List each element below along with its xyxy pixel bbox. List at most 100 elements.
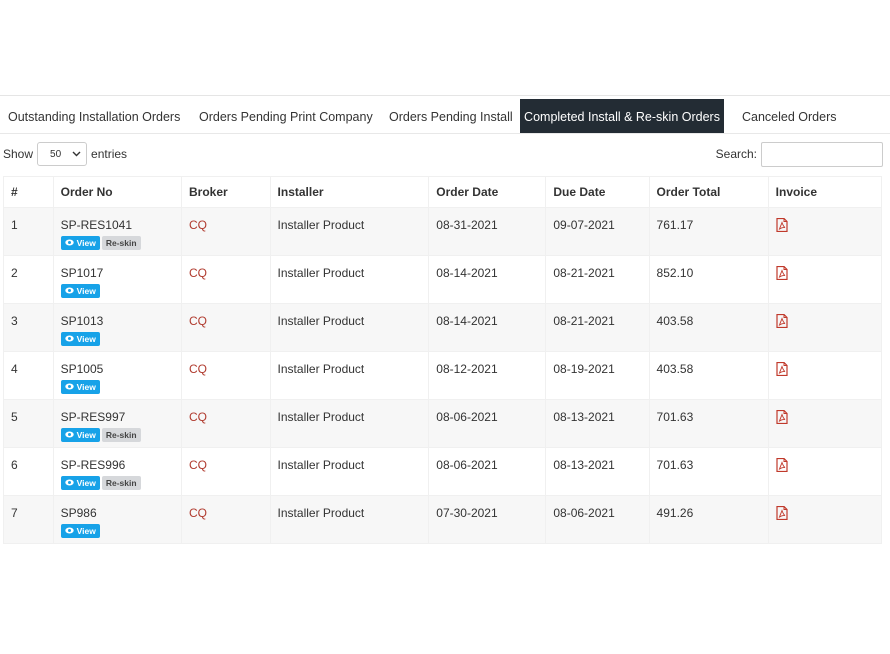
- cell-num: 3: [3, 303, 54, 352]
- eye-icon: [64, 430, 74, 440]
- cell-invoice: [767, 255, 883, 304]
- table-row: 4 SP1005 View CQ Installer Product 08-12-2021…: [3, 351, 883, 400]
- header-invoice[interactable]: Invoice: [767, 176, 883, 208]
- broker-link[interactable]: CQ: [189, 506, 207, 520]
- view-button[interactable]: View: [60, 380, 100, 394]
- cell-num: 2: [3, 255, 54, 304]
- tab-canceled-orders[interactable]: Canceled Orders: [742, 99, 837, 133]
- cell-broker: CQ: [181, 303, 271, 352]
- view-button[interactable]: View: [60, 428, 100, 442]
- cell-order-total: 852.10: [648, 255, 769, 304]
- tab-orders-pending-print-company[interactable]: Orders Pending Print Company: [199, 99, 373, 133]
- broker-link[interactable]: CQ: [189, 266, 207, 280]
- cell-order-total: 403.58: [648, 303, 769, 352]
- cell-installer: Installer Product: [269, 447, 430, 496]
- tab-outstanding-installation-orders[interactable]: Outstanding Installation Orders: [8, 99, 180, 133]
- view-label: View: [76, 382, 96, 392]
- cell-installer: Installer Product: [269, 399, 430, 448]
- cell-order-total: 761.17: [648, 207, 769, 256]
- entries-length-control: Show 50 entries: [3, 141, 127, 167]
- cell-invoice: [767, 351, 883, 400]
- broker-link[interactable]: CQ: [189, 218, 207, 232]
- order-badges: View Re-skin: [60, 476, 174, 490]
- table-header-row: # Order No Broker Installer Order Date D…: [3, 176, 883, 208]
- cell-broker: CQ: [181, 255, 271, 304]
- order-badges: View: [60, 524, 174, 538]
- cell-invoice: [767, 207, 883, 256]
- cell-order-date: 08-14-2021: [428, 255, 547, 304]
- cell-order-total: 491.26: [648, 495, 769, 544]
- eye-icon: [64, 286, 74, 296]
- view-button[interactable]: View: [60, 476, 100, 490]
- order-number: SP1005: [60, 362, 104, 376]
- cell-due-date: 08-19-2021: [545, 351, 650, 400]
- eye-icon: [64, 382, 74, 392]
- cell-num: 4: [3, 351, 54, 400]
- pdf-file-icon[interactable]: [776, 313, 788, 329]
- broker-link[interactable]: CQ: [189, 314, 207, 328]
- cell-order-no: SP1017 View: [52, 255, 183, 304]
- view-button[interactable]: View: [60, 524, 100, 538]
- cell-due-date: 09-07-2021: [545, 207, 650, 256]
- reskin-badge: Re-skin: [101, 236, 141, 250]
- cell-due-date: 08-06-2021: [545, 495, 650, 544]
- pdf-file-icon[interactable]: [776, 409, 788, 425]
- cell-order-date: 08-12-2021: [428, 351, 547, 400]
- cell-order-no: SP1005 View: [52, 351, 183, 400]
- table-row: 5 SP-RES997 View Re-skin CQ Installer Product…: [3, 399, 883, 448]
- cell-invoice: [767, 447, 883, 496]
- pdf-file-icon[interactable]: [776, 505, 788, 521]
- eye-icon: [64, 526, 74, 536]
- broker-link[interactable]: CQ: [189, 458, 207, 472]
- entries-select[interactable]: 50: [37, 142, 88, 166]
- pdf-file-icon[interactable]: [776, 217, 788, 233]
- header-num[interactable]: #: [3, 176, 54, 208]
- pdf-file-icon[interactable]: [776, 265, 788, 281]
- show-label: Show: [3, 147, 34, 161]
- cell-broker: CQ: [181, 399, 271, 448]
- view-label: View: [76, 286, 96, 296]
- table-controls: Show 50 entries Search:: [0, 141, 890, 169]
- cell-due-date: 08-13-2021: [545, 447, 650, 496]
- cell-broker: CQ: [181, 447, 271, 496]
- cell-order-date: 08-31-2021: [428, 207, 547, 256]
- header-order-no[interactable]: Order No: [52, 176, 183, 208]
- header-order-total[interactable]: Order Total: [648, 176, 769, 208]
- cell-num: 1: [3, 207, 54, 256]
- cell-order-no: SP-RES996 View Re-skin: [52, 447, 183, 496]
- cell-installer: Installer Product: [269, 495, 430, 544]
- view-button[interactable]: View: [60, 284, 100, 298]
- cell-num: 5: [3, 399, 54, 448]
- search-input[interactable]: [761, 141, 883, 167]
- header-order-date[interactable]: Order Date: [428, 176, 547, 208]
- view-label: View: [76, 430, 96, 440]
- tab-orders-pending-install[interactable]: Orders Pending Install: [389, 99, 513, 133]
- tab-completed-install-reskin-orders[interactable]: Completed Install & Re-skin Orders: [520, 99, 724, 133]
- pdf-file-icon[interactable]: [776, 457, 788, 473]
- cell-order-no: SP986 View: [52, 495, 183, 544]
- table-row: 6 SP-RES996 View Re-skin CQ Installer Product…: [3, 447, 883, 496]
- broker-link[interactable]: CQ: [189, 362, 207, 376]
- table-row: 1 SP-RES1041 View Re-skin CQ Installer Produc…: [3, 207, 883, 256]
- chevron-down-icon: [72, 149, 81, 159]
- cell-order-date: 08-06-2021: [428, 447, 547, 496]
- view-button[interactable]: View: [60, 332, 100, 346]
- header-due-date[interactable]: Due Date: [545, 176, 650, 208]
- view-button[interactable]: View: [60, 236, 100, 250]
- table-row: 7 SP986 View CQ Installer Product 07-30-2021 0…: [3, 495, 883, 544]
- table-row: 2 SP1017 View CQ Installer Product 08-14-2021…: [3, 255, 883, 304]
- entries-label: entries: [91, 147, 128, 161]
- header-broker[interactable]: Broker: [181, 176, 271, 208]
- cell-order-date: 08-06-2021: [428, 399, 547, 448]
- cell-installer: Installer Product: [269, 255, 430, 304]
- cell-order-date: 07-30-2021: [428, 495, 547, 544]
- search-control: Search:: [716, 141, 883, 167]
- header-installer[interactable]: Installer: [269, 176, 430, 208]
- pdf-file-icon[interactable]: [776, 361, 788, 377]
- order-badges: View Re-skin: [60, 428, 174, 442]
- broker-link[interactable]: CQ: [189, 410, 207, 424]
- cell-installer: Installer Product: [269, 351, 430, 400]
- reskin-badge: Re-skin: [101, 428, 141, 442]
- cell-order-total: 701.63: [648, 447, 769, 496]
- orders-table: # Order No Broker Installer Order Date D…: [3, 176, 883, 544]
